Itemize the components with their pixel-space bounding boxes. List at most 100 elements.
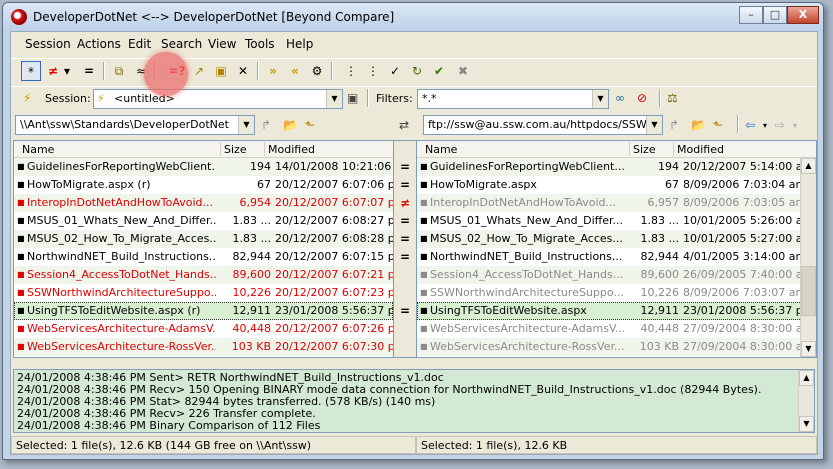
compare-contents-icon[interactable]: ⧉: [109, 61, 129, 81]
left-file-row[interactable]: ■ MSUS_02_How_To_Migrate_Acces... 1.83 ...…: [14, 230, 393, 248]
right-parent-folder-icon[interactable]: ⬑: [713, 117, 723, 133]
log-scroll-up-arrow-icon[interactable]: ▲: [799, 370, 814, 386]
log-vertical-scrollbar[interactable]: ▲ ▼: [798, 370, 814, 432]
glasses-icon[interactable]: ∞: [615, 90, 625, 106]
mark-icon[interactable]: ✓: [385, 61, 405, 81]
right-file-row[interactable]: ■ Session4_AccessToDotNet_Hands... 89,600 2…: [417, 266, 816, 284]
left-parent-folder-icon[interactable]: ⬑: [305, 117, 315, 133]
left-file-row[interactable]: ■ SSWNorthwindArchitectureSuppo... 10,226 2…: [14, 284, 393, 302]
left-header-name[interactable]: Name: [22, 143, 54, 156]
forward-dropdown-icon[interactable]: ▾: [793, 118, 797, 134]
right-path-combo[interactable]: ftp://ssw@au.ssw.com.au/httpdocs/SSW/St …: [423, 115, 663, 135]
menu-actions[interactable]: Actions: [77, 37, 121, 51]
left-path-combo[interactable]: \\Ant\ssw\Standards\DeveloperDotNet ▼: [15, 115, 255, 135]
open-folder-icon[interactable]: ↗: [189, 61, 209, 81]
collapse-tree-icon[interactable]: ⋮: [363, 61, 383, 81]
right-file-row[interactable]: ■ MSUS_01_Whats_New_And_Differ... 1.83 ...…: [417, 212, 816, 230]
show-differences-button[interactable]: ≠: [43, 61, 63, 81]
apply-icon[interactable]: ✔: [429, 61, 449, 81]
delete-icon[interactable]: ✕: [233, 61, 253, 81]
file-modified: 20/12/2007 6:07:15 pm: [275, 250, 394, 263]
left-file-row[interactable]: ■ UsingTFSToEditWebsite.aspx (r) 12,911 23/…: [14, 302, 393, 320]
menu-edit[interactable]: Edit: [128, 37, 151, 51]
file-modified: 20/12/2007 6:07:23 pm: [275, 286, 394, 299]
compare-indicator: =: [399, 250, 411, 264]
right-header-size[interactable]: Size: [633, 143, 656, 156]
log-scroll-down-arrow-icon[interactable]: ▼: [799, 416, 814, 432]
right-file-row[interactable]: ■ UsingTFSToEditWebsite.aspx 12,911 23/01/2…: [417, 302, 816, 320]
maximize-button[interactable]: □: [763, 6, 787, 24]
toolbar-separator: [737, 115, 739, 133]
scroll-down-arrow-icon[interactable]: ▼: [801, 341, 816, 357]
file-modified: 20/12/2007 6:08:28 pm: [275, 232, 394, 245]
right-up-arrow-icon[interactable]: ↱: [669, 117, 679, 133]
left-header-size[interactable]: Size: [224, 143, 247, 156]
title-bar[interactable]: DeveloperDotNet <--> DeveloperDotNet [Be…: [3, 3, 823, 31]
filters-combo[interactable]: *.* ▼: [417, 89, 609, 109]
file-size: 82,944: [640, 250, 680, 263]
close-button[interactable]: X: [787, 6, 819, 24]
show-same-button[interactable]: =: [79, 61, 99, 81]
left-file-row[interactable]: ■ MSUS_01_Whats_New_And_Differ... 1.83 ...…: [14, 212, 393, 230]
left-file-row[interactable]: ■ WebServicesArchitecture-AdamsV... 40,448…: [14, 320, 393, 338]
right-file-row[interactable]: ■ NorthwindNET_Build_Instructions... 82,94…: [417, 248, 816, 266]
left-file-row[interactable]: ■ HowToMigrate.aspx (r) 67 20/12/2007 6:07:…: [14, 176, 393, 194]
right-file-row[interactable]: ■ SSWNorthwindArchitectureSuppo... 10,226 8…: [417, 284, 816, 302]
refresh-icon[interactable]: ↻: [407, 61, 427, 81]
left-browse-folder-icon[interactable]: 📂: [283, 117, 298, 133]
left-file-row[interactable]: ■ NorthwindNET_Build_Instructions... 82,94…: [14, 248, 393, 266]
right-file-row[interactable]: ■ WebServicesArchitecture-AdamsV... 40,448…: [417, 320, 816, 338]
left-file-row[interactable]: ■ WebServicesArchitecture-RossVer... 103 K…: [14, 338, 393, 356]
right-file-row[interactable]: ■ MSUS_02_How_To_Migrate_Acces... 1.83 ...…: [417, 230, 816, 248]
forward-arrow-icon[interactable]: ⇨: [775, 117, 785, 133]
right-browse-folder-icon[interactable]: 📂: [691, 117, 706, 133]
scroll-thumb[interactable]: [801, 266, 816, 316]
stop-icon[interactable]: ✖: [453, 61, 473, 81]
right-path-dropdown-arrow[interactable]: ▼: [646, 116, 662, 134]
toolbar-separator: [257, 62, 259, 80]
right-header-modified[interactable]: Modified: [677, 143, 724, 156]
menu-tools[interactable]: Tools: [245, 37, 275, 51]
right-file-row[interactable]: ■ HowToMigrate.aspx 67 8/09/2006 7:03:04 am: [417, 176, 816, 194]
no-glasses-icon[interactable]: ⊘: [637, 90, 647, 106]
right-file-row[interactable]: ■ GuidelinesForReportingWebClient... 194 20…: [417, 158, 816, 176]
right-vertical-scrollbar[interactable]: ▲ ▼: [800, 158, 816, 357]
scroll-up-arrow-icon[interactable]: ▲: [801, 158, 816, 174]
save-session-icon[interactable]: ▣: [347, 90, 358, 106]
move-icon[interactable]: ⚙: [307, 61, 327, 81]
file-name: SSWNorthwindArchitectureSuppo...: [430, 286, 624, 299]
left-file-row[interactable]: ■ GuidelinesForReportingWebClient... 194 14…: [14, 158, 393, 176]
new-folder-icon[interactable]: ▣: [211, 61, 231, 81]
session-combo[interactable]: ⚡ <untitled> ▼: [93, 89, 343, 109]
copy-right-icon[interactable]: »: [263, 61, 283, 81]
menu-search[interactable]: Search: [161, 37, 202, 51]
left-file-row[interactable]: ■ Session4_AccessToDotNet_Hands... 89,600 2…: [14, 266, 393, 284]
back-arrow-icon[interactable]: ⇦: [745, 117, 755, 133]
expand-tree-icon[interactable]: ⋮: [341, 61, 361, 81]
swap-sides-icon[interactable]: ⇄: [399, 117, 409, 133]
right-header-name[interactable]: Name: [425, 143, 457, 156]
file-modified: 26/09/2005 7:40:00 am: [683, 268, 814, 281]
file-name: WebServicesArchitecture-AdamsV...: [27, 322, 216, 335]
log-panel[interactable]: 24/01/2008 4:38:46 PM Sent> RETR Northwi…: [13, 369, 815, 433]
menu-help[interactable]: Help: [286, 37, 313, 51]
copy-left-icon[interactable]: «: [285, 61, 305, 81]
filters-dropdown-arrow[interactable]: ▼: [592, 90, 608, 108]
session-dropdown-arrow[interactable]: ▼: [326, 90, 342, 108]
menu-session[interactable]: Session: [25, 37, 71, 51]
minimize-button[interactable]: –: [739, 6, 763, 24]
left-file-row[interactable]: ■ InteropInDotNetAndHowToAvoid... 6,954 20/…: [14, 194, 393, 212]
show-all-button[interactable]: *: [21, 61, 41, 81]
right-file-row[interactable]: ■ InteropInDotNetAndHowToAvoid... 6,957 8/0…: [417, 194, 816, 212]
rules-scale-icon[interactable]: ⚖: [667, 90, 678, 106]
right-file-pane[interactable]: Name Size Modified ■ GuidelinesForReporti…: [416, 140, 817, 358]
left-file-pane[interactable]: Name Size Modified ■ GuidelinesForReporti…: [13, 140, 394, 358]
menu-view[interactable]: View: [208, 37, 236, 51]
left-header-modified[interactable]: Modified: [268, 143, 315, 156]
right-file-row[interactable]: ■ WebServicesArchitecture-RossVer... 103 K…: [417, 338, 816, 356]
left-up-arrow-icon[interactable]: ↱: [261, 117, 271, 133]
left-path-dropdown-arrow[interactable]: ▼: [238, 116, 254, 134]
back-dropdown-icon[interactable]: ▾: [763, 118, 767, 134]
filter-dropdown-button[interactable]: ▾: [61, 61, 73, 81]
file-name: WebServicesArchitecture-RossVer...: [27, 340, 216, 353]
